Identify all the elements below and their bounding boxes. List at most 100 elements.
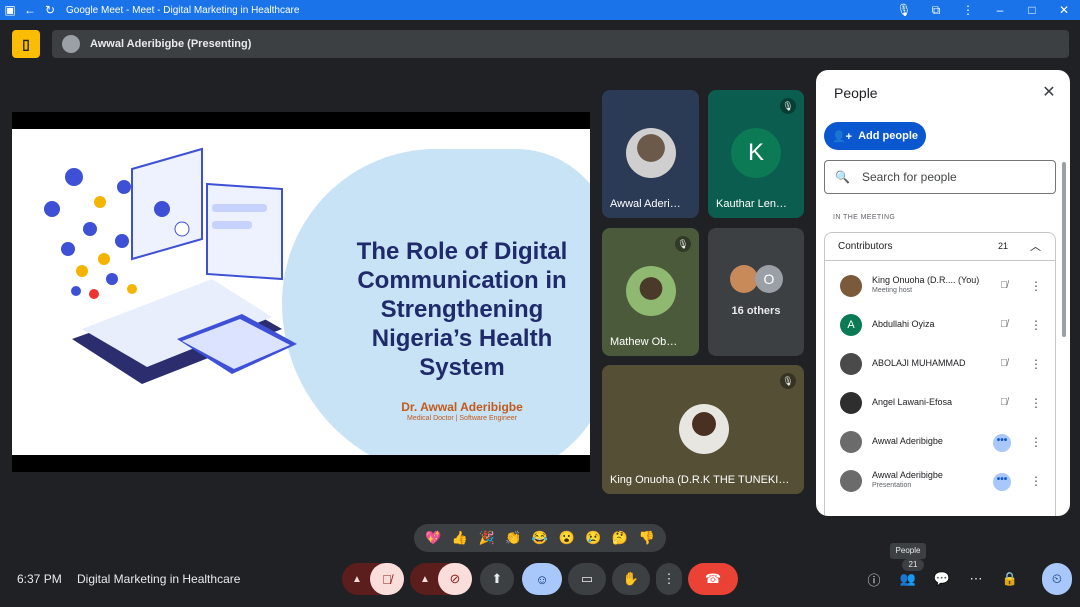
- participant-role: Meeting host: [872, 287, 913, 294]
- camera-toggle-button[interactable]: ⊘: [438, 563, 472, 595]
- participant-row[interactable]: Angel Lawani-Efosa 🎙̸ ⋮: [825, 384, 1055, 423]
- reaction-party-icon[interactable]: 🎉: [479, 530, 495, 546]
- minimize-icon[interactable]: –: [984, 0, 1016, 20]
- host-controls-icon[interactable]: 🔒: [998, 563, 1022, 595]
- timer-icon[interactable]: ⏲: [1042, 563, 1072, 595]
- others-count: 16 others: [731, 305, 781, 317]
- add-people-button[interactable]: 👤+ Add people: [824, 122, 926, 150]
- reaction-thinking-icon[interactable]: 🤔: [612, 530, 628, 546]
- participant-name: ABOLAJI MUHAMMAD: [872, 358, 966, 368]
- activities-icon[interactable]: ⋯: [964, 563, 988, 595]
- more-options-icon[interactable]: ⋮: [1030, 472, 1042, 490]
- section-label: IN THE MEETING: [833, 214, 896, 221]
- chevron-up-icon[interactable]: ▲: [348, 563, 366, 595]
- mic-off-icon: 🎙: [780, 98, 796, 114]
- window-title: Google Meet - Meet - Digital Marketing i…: [66, 4, 300, 16]
- reaction-thumbs-up-icon[interactable]: 👍: [452, 530, 468, 546]
- participant-name: Angel Lawani-Efosa: [872, 397, 953, 407]
- participant-avatar: O: [755, 265, 783, 293]
- captions-button[interactable]: ▭: [568, 563, 606, 595]
- meeting-info-icon[interactable]: ▯: [12, 30, 40, 58]
- reaction-surprised-icon[interactable]: 😮: [559, 530, 575, 546]
- participant-name: Awwal Aderi…: [610, 198, 681, 210]
- meeting-details-icon[interactable]: ⓘ: [862, 563, 886, 595]
- add-people-label: Add people: [858, 130, 918, 142]
- participant-photo: [626, 266, 676, 316]
- slide-title-line: Strengthening: [380, 296, 544, 323]
- chevron-up-icon[interactable]: ▲: [416, 563, 434, 595]
- participant-tile[interactable]: 🎙 Mathew Ob…: [602, 228, 699, 356]
- mic-off-icon: 🎙̸: [1000, 319, 1008, 330]
- end-call-button[interactable]: ☎: [688, 563, 738, 595]
- participant-tile[interactable]: 🎙 K Kauthar Len…: [708, 90, 804, 218]
- mic-toggle-button[interactable]: 🎙̸: [370, 563, 404, 595]
- more-options-icon[interactable]: ⋮: [1030, 394, 1042, 412]
- participant-avatar: K: [731, 128, 781, 178]
- reaction-sad-icon[interactable]: 😢: [585, 530, 601, 546]
- reaction-laugh-icon[interactable]: 😂: [532, 530, 548, 546]
- participant-row[interactable]: A Abdullahi Oyiza 🎙̸ ⋮: [825, 306, 1055, 345]
- participant-role: Presentation: [872, 482, 912, 489]
- add-person-icon: 👤+: [831, 130, 853, 143]
- panel-scrollbar[interactable]: [1062, 162, 1066, 337]
- microphone-icon[interactable]: 🎙: [888, 0, 920, 20]
- participant-row[interactable]: Awwal Aderibigbe Presentation ••• ⋮: [825, 462, 1055, 501]
- reactions-button[interactable]: ☺: [522, 563, 562, 595]
- mic-off-icon: 🎙̸: [1000, 358, 1008, 369]
- present-screen-button[interactable]: ⬆: [480, 563, 514, 595]
- more-options-icon[interactable]: ⋮: [1030, 316, 1042, 334]
- participant-photo: [679, 404, 729, 454]
- participant-row[interactable]: ABOLAJI MUHAMMAD 🎙̸ ⋮: [825, 345, 1055, 384]
- participant-name: Abdullahi Oyiza: [872, 319, 935, 329]
- close-window-icon[interactable]: ✕: [1048, 0, 1080, 20]
- participant-name: Mathew Ob…: [610, 336, 678, 348]
- raise-hand-button[interactable]: ✋: [612, 563, 650, 595]
- reaction-thumbs-down-icon[interactable]: 👎: [638, 530, 654, 546]
- mic-off-icon: 🎙: [675, 236, 691, 252]
- presenter-avatar: [62, 35, 80, 53]
- chat-icon[interactable]: 💬: [930, 563, 954, 595]
- contributors-group: Contributors 21 ︿ King Onuoha (D.R.... (…: [824, 232, 1056, 516]
- participant-avatar: [840, 470, 862, 492]
- slide-title: The Role of Digital Communication in Str…: [337, 237, 587, 382]
- maximize-icon[interactable]: □: [1016, 0, 1048, 20]
- reactions-bar: 💖 👍 🎉 👏 😂 😮 😢 🤔 👎: [414, 524, 666, 552]
- participant-row[interactable]: King Onuoha (D.R.... (You) Meeting host …: [825, 267, 1055, 306]
- extension-icon[interactable]: ⧉: [920, 0, 952, 20]
- reaction-clap-icon[interactable]: 👏: [505, 530, 521, 546]
- more-vertical-icon[interactable]: ⋮: [952, 0, 984, 20]
- participant-row[interactable]: Awwal Aderibigbe ••• ⋮: [825, 423, 1055, 462]
- group-count: 21: [998, 241, 1009, 251]
- search-input[interactable]: [861, 170, 1042, 184]
- chevron-up-icon[interactable]: ︿: [1030, 238, 1041, 254]
- slide-title-line: Nigeria’s Health: [371, 325, 553, 352]
- participant-name: King Onuoha (D.R.... (You): [872, 275, 980, 285]
- reaction-heart-icon[interactable]: 💖: [425, 530, 441, 546]
- participant-avatar: A: [840, 314, 862, 336]
- others-tile[interactable]: O 16 others: [708, 228, 804, 356]
- slide-title-line: System: [419, 354, 505, 381]
- contributors-header[interactable]: Contributors 21 ︿: [825, 233, 1055, 261]
- back-arrow-icon[interactable]: ←: [20, 0, 40, 20]
- more-options-icon[interactable]: ⋮: [1030, 355, 1042, 373]
- more-options-icon[interactable]: ⋮: [1030, 433, 1042, 451]
- people-search-field[interactable]: 🔍: [824, 160, 1056, 194]
- slide-author-role: Medical Doctor | Software Engineer: [407, 415, 517, 422]
- audio-activity-icon: •••: [993, 434, 1011, 452]
- participant-name: Awwal Aderibigbe: [872, 436, 943, 446]
- panel-title: People: [834, 85, 878, 101]
- participant-avatar: [840, 431, 862, 453]
- meet-app-icon: ▣: [4, 3, 16, 17]
- group-label: Contributors: [838, 241, 893, 252]
- participant-photo: [626, 128, 676, 178]
- participant-tile[interactable]: Awwal Aderi…: [602, 90, 699, 218]
- people-panel: People ✕ 👤+ Add people 🔍 IN THE MEETING …: [816, 70, 1070, 516]
- more-options-icon[interactable]: ⋮: [1030, 277, 1042, 295]
- search-icon: 🔍: [835, 170, 850, 184]
- reload-icon[interactable]: ↻: [40, 0, 60, 20]
- participant-photo: [730, 265, 758, 293]
- more-options-button[interactable]: ⋮: [656, 563, 682, 595]
- participant-tile[interactable]: 🎙 King Onuoha (D.R.K THE TUNEKI…: [602, 365, 804, 494]
- close-icon[interactable]: ✕: [1038, 82, 1060, 104]
- slide-title-line: The Role of Digital: [356, 238, 568, 265]
